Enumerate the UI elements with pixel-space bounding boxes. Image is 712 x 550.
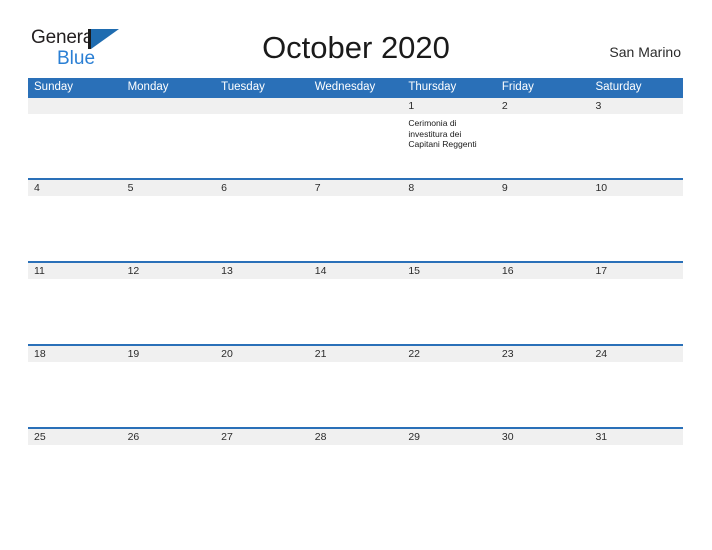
day-number[interactable]: 2 xyxy=(496,98,590,114)
day-number[interactable]: 27 xyxy=(215,429,309,445)
day-cell[interactable] xyxy=(215,445,309,510)
day-of-week-header-row: Sunday Monday Tuesday Wednesday Thursday… xyxy=(28,78,683,96)
week-event-band xyxy=(28,362,683,427)
week-number-band: 25 26 27 28 29 30 31 xyxy=(28,429,683,445)
day-cell[interactable] xyxy=(496,445,590,510)
day-cell[interactable] xyxy=(496,114,590,178)
day-header-thursday: Thursday xyxy=(408,81,457,93)
day-cell[interactable] xyxy=(402,445,496,510)
day-number[interactable]: 16 xyxy=(496,263,590,279)
day-number[interactable]: 18 xyxy=(28,346,122,362)
day-number[interactable]: 11 xyxy=(28,263,122,279)
day-cell[interactable]: Cerimonia di investitura dei Capitani Re… xyxy=(402,114,496,178)
week-row: 18 19 20 21 22 23 24 xyxy=(28,344,683,427)
day-event-text: Cerimonia di investitura dei Capitani Re… xyxy=(408,118,477,150)
day-cell[interactable] xyxy=(589,279,683,344)
day-number[interactable]: 4 xyxy=(28,180,122,196)
week-row: 4 5 6 7 8 9 10 xyxy=(28,178,683,261)
day-number[interactable]: 10 xyxy=(589,180,683,196)
day-number[interactable]: 30 xyxy=(496,429,590,445)
day-number[interactable]: 3 xyxy=(589,98,683,114)
day-number[interactable]: 5 xyxy=(122,180,216,196)
day-cell[interactable] xyxy=(402,279,496,344)
week-number-band: 4 5 6 7 8 9 10 xyxy=(28,180,683,196)
day-number[interactable] xyxy=(309,98,403,114)
day-cell[interactable] xyxy=(122,279,216,344)
day-number[interactable]: 19 xyxy=(122,346,216,362)
day-cell[interactable] xyxy=(28,445,122,510)
calendar-table: Sunday Monday Tuesday Wednesday Thursday… xyxy=(28,78,683,510)
day-number[interactable]: 25 xyxy=(28,429,122,445)
day-header-tuesday: Tuesday xyxy=(221,81,265,93)
day-number[interactable]: 8 xyxy=(402,180,496,196)
day-cell[interactable] xyxy=(28,362,122,427)
day-cell[interactable] xyxy=(215,279,309,344)
day-number[interactable]: 23 xyxy=(496,346,590,362)
day-cell[interactable] xyxy=(28,279,122,344)
day-cell[interactable] xyxy=(215,196,309,261)
day-number[interactable]: 1 xyxy=(402,98,496,114)
day-cell[interactable] xyxy=(28,196,122,261)
week-event-band xyxy=(28,279,683,344)
day-number[interactable] xyxy=(28,98,122,114)
week-number-band: 1 2 3 xyxy=(28,98,683,114)
day-cell[interactable] xyxy=(496,362,590,427)
day-number[interactable]: 28 xyxy=(309,429,403,445)
day-header-sunday: Sunday xyxy=(34,81,74,93)
day-number[interactable]: 29 xyxy=(402,429,496,445)
week-event-band: Cerimonia di investitura dei Capitani Re… xyxy=(28,114,683,178)
day-cell[interactable] xyxy=(589,196,683,261)
day-number[interactable]: 12 xyxy=(122,263,216,279)
week-number-band: 18 19 20 21 22 23 24 xyxy=(28,346,683,362)
day-number[interactable]: 9 xyxy=(496,180,590,196)
calendar-page: General Blue October 2020 San Marino Sun… xyxy=(0,0,712,550)
day-number[interactable]: 15 xyxy=(402,263,496,279)
day-cell[interactable] xyxy=(122,196,216,261)
week-row: 25 26 27 28 29 30 31 xyxy=(28,427,683,510)
day-cell[interactable] xyxy=(122,114,216,178)
week-row: 1 2 3 Cerimonia di investitura dei Capit… xyxy=(28,96,683,178)
day-cell[interactable] xyxy=(402,196,496,261)
day-cell[interactable] xyxy=(309,196,403,261)
day-cell[interactable] xyxy=(122,445,216,510)
day-number[interactable]: 20 xyxy=(215,346,309,362)
day-number[interactable]: 22 xyxy=(402,346,496,362)
day-number[interactable]: 26 xyxy=(122,429,216,445)
day-number[interactable]: 24 xyxy=(589,346,683,362)
region-label: San Marino xyxy=(609,44,681,60)
day-cell[interactable] xyxy=(309,279,403,344)
day-number[interactable]: 6 xyxy=(215,180,309,196)
week-event-band xyxy=(28,445,683,510)
day-number[interactable]: 31 xyxy=(589,429,683,445)
day-number[interactable]: 17 xyxy=(589,263,683,279)
week-event-band xyxy=(28,196,683,261)
week-row: 11 12 13 14 15 16 17 xyxy=(28,261,683,344)
day-cell[interactable] xyxy=(215,114,309,178)
day-cell[interactable] xyxy=(589,362,683,427)
day-cell[interactable] xyxy=(589,114,683,178)
day-number[interactable]: 14 xyxy=(309,263,403,279)
day-number[interactable] xyxy=(122,98,216,114)
day-number[interactable]: 7 xyxy=(309,180,403,196)
day-cell[interactable] xyxy=(309,114,403,178)
week-number-band: 11 12 13 14 15 16 17 xyxy=(28,263,683,279)
day-cell[interactable] xyxy=(402,362,496,427)
page-header: General Blue October 2020 San Marino xyxy=(0,0,712,68)
day-cell[interactable] xyxy=(309,362,403,427)
day-cell[interactable] xyxy=(496,279,590,344)
day-header-friday: Friday xyxy=(501,81,534,93)
day-cell[interactable] xyxy=(496,196,590,261)
page-title: October 2020 xyxy=(262,30,450,65)
day-header-wednesday: Wednesday xyxy=(314,81,376,93)
day-cell[interactable] xyxy=(215,362,309,427)
day-number[interactable]: 13 xyxy=(215,263,309,279)
day-cell[interactable] xyxy=(589,445,683,510)
day-header-monday: Monday xyxy=(127,81,169,93)
day-cell[interactable] xyxy=(309,445,403,510)
day-number[interactable] xyxy=(215,98,309,114)
day-cell[interactable] xyxy=(28,114,122,178)
day-number[interactable]: 21 xyxy=(309,346,403,362)
day-cell[interactable] xyxy=(122,362,216,427)
day-header-saturday: Saturday xyxy=(595,81,642,93)
